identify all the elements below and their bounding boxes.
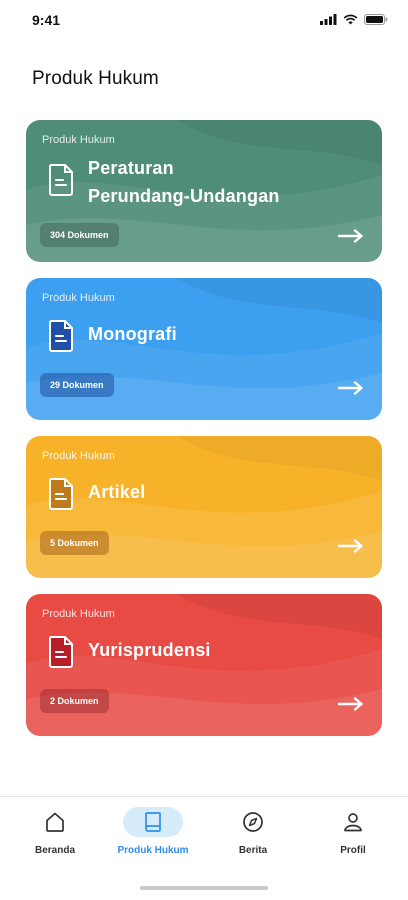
- screen: 9:41 Produk Hukum Produk Hukum Peraturan…: [0, 0, 408, 900]
- home-icon: [46, 812, 64, 832]
- nav-label: Beranda: [34, 845, 75, 856]
- nav-label: Berita: [238, 845, 268, 856]
- document-count-badge: 29 Dokumen: [40, 373, 114, 397]
- nav-label: Produk Hukum: [117, 845, 189, 856]
- card-title: Yurisprudensi: [88, 636, 211, 664]
- arrow-right-icon[interactable]: [338, 229, 364, 243]
- status-time: 9:41: [32, 12, 61, 28]
- card-title-line1: Yurisprudensi: [88, 640, 211, 660]
- page-title: Produk Hukum: [32, 68, 159, 89]
- signal-icon: [320, 14, 337, 25]
- card-title-line2: Perundang-Undangan: [88, 186, 280, 206]
- status-icons: [320, 14, 388, 25]
- nav-label: Profil: [340, 845, 366, 856]
- book-icon: [145, 812, 161, 832]
- arrow-right-icon[interactable]: [338, 697, 364, 711]
- wifi-icon: [343, 14, 358, 25]
- card-title-line1: Monografi: [88, 324, 177, 344]
- document-icon: [48, 636, 73, 668]
- document-icon: [48, 320, 73, 352]
- card-label: Produk Hukum: [42, 450, 115, 462]
- card-title-line1: Peraturan: [88, 158, 174, 178]
- nav-item-profil[interactable]: Profil: [302, 807, 404, 867]
- card-title: Monografi: [88, 320, 177, 348]
- home-indicator: [140, 886, 268, 890]
- document-icon: [48, 164, 73, 196]
- card-yurisprudensi[interactable]: Produk Hukum Yurisprudensi 2 Dokumen: [26, 594, 382, 736]
- nav-item-berita[interactable]: Berita: [202, 807, 304, 867]
- arrow-right-icon[interactable]: [338, 539, 364, 553]
- nav-item-produk-hukum[interactable]: Produk Hukum: [102, 807, 204, 867]
- card-title: Artikel: [88, 478, 145, 506]
- card-label: Produk Hukum: [42, 608, 115, 620]
- document-count-badge: 2 Dokumen: [40, 689, 109, 713]
- card-label: Produk Hukum: [42, 134, 115, 146]
- compass-icon: [243, 812, 263, 832]
- document-icon: [48, 478, 73, 510]
- document-count-badge: 304 Dokumen: [40, 223, 119, 247]
- card-label: Produk Hukum: [42, 292, 115, 304]
- user-icon: [344, 813, 362, 832]
- document-count-badge: 5 Dokumen: [40, 531, 109, 555]
- status-bar: 9:41: [0, 0, 408, 44]
- card-title: Peraturan Perundang-Undangan: [88, 154, 280, 210]
- arrow-right-icon[interactable]: [338, 381, 364, 395]
- nav-item-beranda[interactable]: Beranda: [4, 807, 106, 867]
- card-monografi[interactable]: Produk Hukum Monografi 29 Dokumen: [26, 278, 382, 420]
- card-peraturan[interactable]: Produk Hukum Peraturan Perundang-Undanga…: [26, 120, 382, 262]
- bottom-nav: Beranda Produk Hukum Berita Profil: [0, 796, 408, 900]
- card-title-line1: Artikel: [88, 482, 146, 502]
- card-artikel[interactable]: Produk Hukum Artikel 5 Dokumen: [26, 436, 382, 578]
- battery-icon: [364, 14, 388, 25]
